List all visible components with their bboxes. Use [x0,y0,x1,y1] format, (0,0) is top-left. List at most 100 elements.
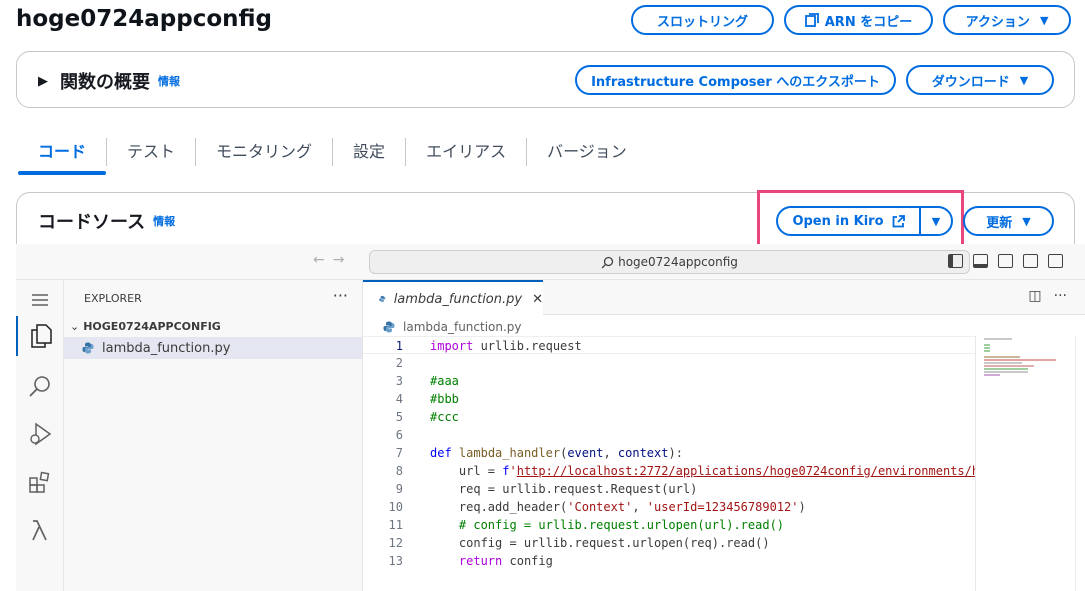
tab-settings[interactable]: 設定 [333,138,407,166]
breadcrumb[interactable]: lambda_function.py [383,320,522,334]
minimap-line [984,344,990,346]
code-text: def lambda_handler(event, context): [430,446,683,460]
code-text: config = urllib.request.urlopen(req).rea… [430,536,770,550]
editor-tab[interactable]: lambda_function.py ✕ [363,280,543,316]
code-line: 4 #bbb [363,390,975,408]
throttle-button[interactable]: スロットリング [631,5,774,35]
vertical-scrollbar[interactable] [1075,336,1085,591]
minimap-line [984,362,1022,364]
lambda-icon[interactable] [16,510,64,550]
code-line: 10 req.add_header('Context', 'userId=123… [363,498,975,516]
actions-label: アクション [965,14,1030,30]
export-composer-button[interactable]: Infrastructure Composer へのエクスポート [575,65,896,95]
info-link[interactable]: 情報 [158,73,180,89]
code-line: 7 def lambda_handler(event, context): [363,444,975,462]
line-number: 5 [395,410,403,424]
line-number: 13 [388,554,403,568]
toggle-sidebar-icon[interactable] [948,254,963,268]
layout-controls [948,254,1063,268]
tab-test[interactable]: テスト [107,138,197,166]
export-composer-label: Infrastructure Composer へのエクスポート [591,74,880,90]
tab-monitoring[interactable]: モニタリング [196,138,334,166]
editor-tabbar: lambda_function.py ✕ ◫ ··· [363,280,1085,316]
minimap-line [984,338,1012,340]
command-center-search[interactable]: hoge0724appconfig [369,250,970,274]
close-icon[interactable]: ✕ [532,292,543,307]
line-number: 11 [388,518,403,532]
function-overview-toggle[interactable]: ▶ 関数の概要 情報 [38,68,180,94]
throttle-label: スロットリング [656,14,748,30]
code-text: #ccc [430,410,459,424]
files-icon[interactable] [16,316,64,356]
search-icon[interactable] [16,366,64,406]
download-button[interactable]: ダウンロード ▼ [906,65,1054,95]
line-number: 2 [395,356,403,370]
minimap-line [984,347,990,349]
code-text-area[interactable]: 1 import urllib.request 2 3 #aaa 4 #bbb 5 #c… [363,336,975,570]
line-number: 9 [395,482,403,496]
code-line: 11 # config = urllib.request.urlopen(url… [363,516,975,534]
workspace-folder[interactable]: ⌄ HOGE0724APPCONFIG [70,320,221,333]
play-triangle-icon: ▶ [38,73,48,89]
actions-button[interactable]: アクション ▼ [943,5,1071,35]
code-text: url = f'http://localhost:2772/applicatio… [430,464,975,478]
editor-tab-actions: ◫ ··· [1028,288,1067,304]
code-line: 5 #ccc [363,408,975,426]
tab-code[interactable]: コード [18,138,108,175]
code-text: import urllib.request [430,339,582,353]
python-file-icon [379,295,386,303]
extensions-icon[interactable] [16,462,64,502]
caret-down-icon: ▼ [1019,73,1029,87]
download-label: ダウンロード [931,74,1010,90]
caret-down-icon: ▼ [1022,214,1031,228]
maximize-icon[interactable] [1048,254,1063,268]
line-number: 10 [388,500,403,514]
tab-versions[interactable]: バージョン [527,138,647,166]
python-file-icon [82,342,94,354]
code-line: 6 [363,426,975,444]
more-actions-icon[interactable]: ··· [1054,288,1067,304]
code-line: 1 import urllib.request [363,336,975,354]
more-actions-icon[interactable]: ··· [333,286,348,305]
caret-down-icon: ▼ [1039,13,1049,27]
back-arrow-icon[interactable]: ← [313,252,333,268]
update-button[interactable]: 更新 ▼ [963,206,1054,236]
menu-icon[interactable] [16,280,64,320]
python-file-icon [383,321,395,333]
editor-area: lambda_function.py ✕ ◫ ··· lambda_functi… [363,280,1085,591]
code-line: 2 [363,354,975,372]
info-link[interactable]: 情報 [153,213,175,229]
code-text: #bbb [430,392,459,406]
code-source-title: コードソース [38,212,146,233]
tab-aliases[interactable]: エイリアス [406,138,528,166]
code-editor-ide: ←→ hoge0724appconfig EXPLORER ··· ⌄ HOGE… [16,244,1085,591]
line-number: 7 [395,446,403,460]
explorer-file-item[interactable]: lambda_function.py [64,337,362,359]
code-text: req = urllib.request.Request(url) [430,482,698,496]
minimap-line [984,374,1000,376]
code-text: req.add_header('Context', 'userId=123456… [430,500,806,514]
forward-arrow-icon[interactable]: → [333,252,353,268]
minimap[interactable] [975,336,1061,591]
ide-titlebar: ←→ hoge0724appconfig [16,244,1085,280]
code-line: 13 return config [363,552,975,570]
minimap-line [984,368,1028,370]
navigation-arrows[interactable]: ←→ [313,252,352,268]
explorer-file-label: lambda_function.py [102,340,231,356]
customize-layout-icon[interactable] [1023,254,1038,268]
split-editor-icon[interactable]: ◫ [1028,288,1041,304]
line-number: 1 [395,339,403,353]
minimap-line [984,356,1020,358]
toggle-panel-icon[interactable] [973,254,988,268]
code-line: 8 url = f'http://localhost:2772/applicat… [363,462,975,480]
toggle-secondary-sidebar-icon[interactable] [998,254,1013,268]
code-text: #aaa [430,374,459,388]
run-debug-icon[interactable] [16,414,64,454]
update-label: 更新 [986,215,1013,231]
copy-arn-button[interactable]: ARN をコピー [784,5,933,35]
function-tabs: コード テスト モニタリング 設定 エイリアス バージョン [18,138,647,175]
minimap-line [984,359,1056,361]
minimap-line [984,365,1034,367]
highlight-box [757,190,964,250]
search-icon [601,256,614,268]
